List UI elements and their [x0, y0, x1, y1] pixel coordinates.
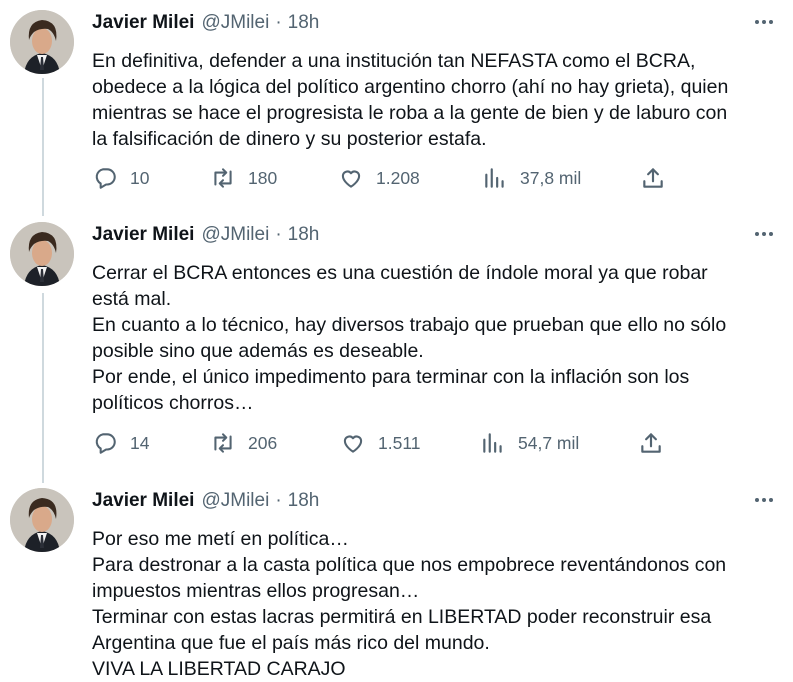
retweet-icon — [214, 433, 232, 453]
tweet-text-line: Por ende, el único impedimento para term… — [92, 366, 690, 388]
views-count: 37,8 mil — [520, 167, 582, 188]
timestamp[interactable]: 18h — [288, 224, 320, 246]
reply-icon — [95, 168, 116, 189]
author-name[interactable]: Javier Milei — [92, 12, 194, 34]
timestamp[interactable]: 18h — [288, 12, 320, 34]
like-button[interactable]: 1.511 — [340, 429, 421, 457]
avatar-image — [10, 222, 74, 286]
retweet-button[interactable]: 206 — [210, 429, 277, 457]
tweet-text-line: políticos chorros… — [92, 392, 254, 414]
author-name[interactable]: Javier Milei — [92, 490, 194, 512]
avatar[interactable] — [10, 222, 74, 286]
share-button[interactable] — [638, 429, 664, 457]
author-name[interactable]: Javier Milei — [92, 224, 194, 246]
tweet-text-line: Argentina que fue el país más rico del m… — [92, 632, 490, 654]
reply-button[interactable]: 10 — [92, 164, 149, 192]
retweet-button[interactable]: 180 — [210, 164, 277, 192]
like-count: 1.511 — [378, 432, 421, 453]
retweet-count: 180 — [248, 167, 278, 188]
share-icon — [641, 433, 661, 453]
tweet-text-line: VIVA LA LIBERTAD CARAJO — [92, 658, 346, 680]
tweet-text: En definitiva, defender a una institució… — [92, 48, 782, 152]
tweet-header: Javier Milei @JMilei · 18h — [92, 488, 319, 514]
tweet-text-line: Terminar con estas lacras permitirá en L… — [92, 606, 712, 628]
tweet[interactable]: Javier Milei @JMilei · 18h Por eso me me… — [0, 488, 793, 681]
author-handle[interactable]: @JMilei — [201, 490, 269, 512]
author-handle[interactable]: @JMilei — [201, 224, 269, 246]
share-icon — [643, 168, 663, 188]
heart-icon — [343, 435, 363, 453]
timestamp[interactable]: 18h — [288, 490, 320, 512]
reply-count: 10 — [130, 167, 150, 188]
reply-icon — [95, 433, 116, 454]
more-icon[interactable] — [753, 492, 775, 508]
tweet-text-line: impuestos mientras ellos progresan… — [92, 580, 420, 602]
tweet-actions: 14 206 1.511 54,7 mil — [92, 429, 682, 457]
more-icon[interactable] — [753, 226, 775, 242]
views-button[interactable]: 37,8 mil — [482, 164, 581, 192]
avatar[interactable] — [10, 488, 74, 552]
separator-dot: · — [275, 224, 282, 245]
tweet[interactable]: Javier Milei @JMilei · 18h En definitiva… — [0, 10, 793, 210]
tweet-text: Por eso me metí en política… Para destro… — [92, 526, 782, 682]
tweet-text-line: está mal. — [92, 288, 172, 310]
avatar-image — [10, 488, 74, 552]
tweet-text-line: Cerrar el BCRA entonces es una cuestión … — [92, 262, 708, 284]
tweet-text-line: la falsificación de dinero y su posterio… — [92, 128, 487, 150]
tweet-actions: 10 180 1.208 37,8 mil — [92, 164, 682, 192]
avatar[interactable] — [10, 10, 74, 74]
like-button[interactable]: 1.208 — [338, 164, 420, 192]
avatar-image — [10, 10, 74, 74]
tweet-text-line: Para destronar a la casta política que n… — [92, 554, 727, 576]
views-icon — [485, 168, 504, 188]
views-icon — [483, 433, 502, 453]
reply-button[interactable]: 14 — [92, 429, 149, 457]
tweet-text-line: Por eso me metí en política… — [92, 528, 349, 550]
tweet-text-line: En cuanto a lo técnico, hay diversos tra… — [92, 314, 727, 336]
tweet-text-line: obedece a la lógica del político argenti… — [92, 76, 729, 98]
tweet-text-line: En definitiva, defender a una institució… — [92, 50, 696, 72]
views-button[interactable]: 54,7 mil — [480, 429, 579, 457]
tweet-header: Javier Milei @JMilei · 18h — [92, 10, 319, 36]
separator-dot: · — [275, 490, 282, 511]
heart-icon — [341, 170, 361, 188]
retweet-icon — [214, 168, 232, 188]
share-button[interactable] — [640, 164, 666, 192]
author-handle[interactable]: @JMilei — [201, 12, 269, 34]
views-count: 54,7 mil — [518, 432, 580, 453]
tweet-text-line: mientras se hace el progresista le roba … — [92, 102, 728, 124]
tweet-text-line: posible sino que además es deseable. — [92, 340, 424, 362]
like-count: 1.208 — [376, 167, 420, 188]
reply-count: 14 — [130, 432, 150, 453]
tweet-text: Cerrar el BCRA entonces es una cuestión … — [92, 260, 782, 416]
separator-dot: · — [275, 12, 282, 33]
more-icon[interactable] — [753, 14, 775, 30]
retweet-count: 206 — [248, 432, 278, 453]
tweet-header: Javier Milei @JMilei · 18h — [92, 222, 319, 248]
tweet[interactable]: Javier Milei @JMilei · 18h Cerrar el BCR… — [0, 222, 793, 477]
